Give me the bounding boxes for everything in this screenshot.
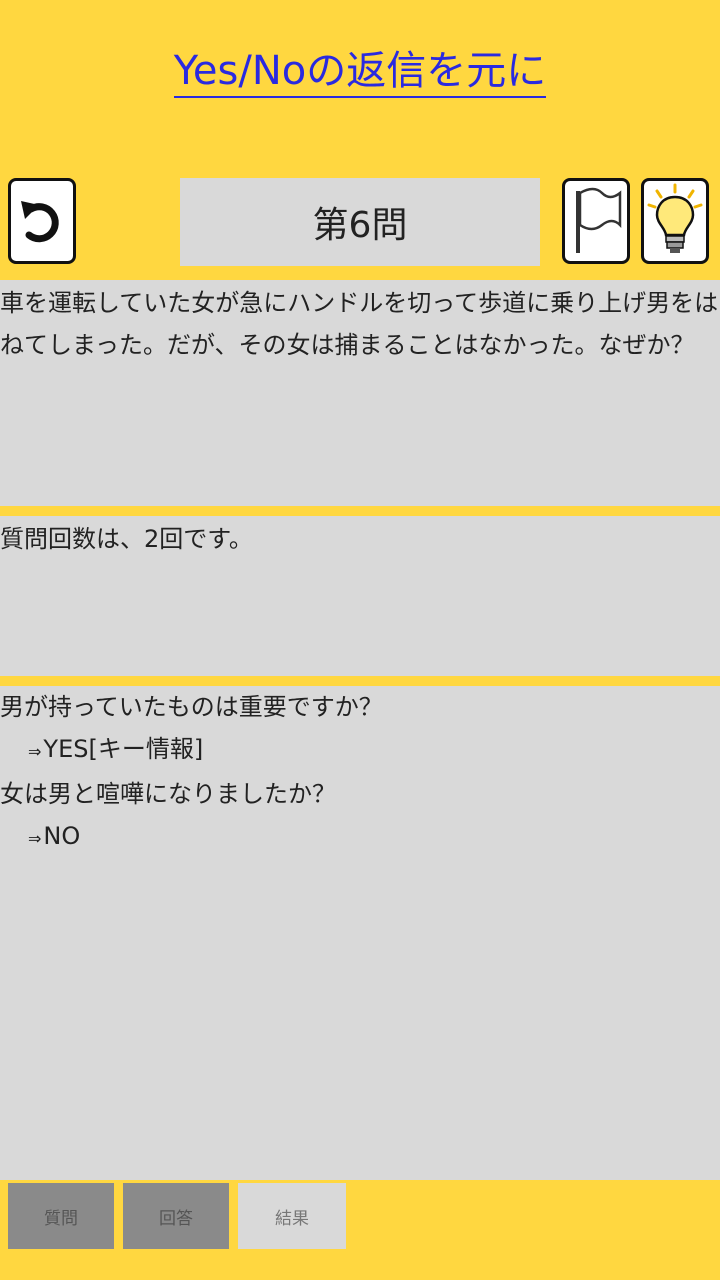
tab-result[interactable]: 結果 (238, 1183, 346, 1249)
log-question: 女は男と喧嘩になりましたか？ (0, 780, 336, 808)
log-answer-text: NO (43, 822, 81, 850)
tab-answer[interactable]: 回答 (123, 1183, 229, 1249)
undo-arrow-icon (21, 201, 59, 243)
arrow-icon: ⇒ (28, 742, 42, 761)
question-count-text: 質問回数は、2回です。 (0, 525, 253, 553)
log-answer: ⇒NO (0, 815, 720, 860)
question-count-panel: 質問回数は、2回です。 (0, 516, 720, 676)
lightbulb-icon (647, 183, 703, 253)
back-button[interactable] (8, 178, 76, 264)
arrow-icon: ⇒ (28, 829, 42, 848)
question-number: 第6問 (180, 178, 540, 266)
log-answer-text: YES[キー情報] (43, 735, 204, 763)
log-question: 男が持っていたものは重要ですか？ (0, 693, 383, 721)
problem-text: 車を運転していた女が急にハンドルを切って歩道に乗り上げ男をはねてしまった。だが、… (0, 289, 719, 359)
white-flag-icon (576, 187, 622, 253)
log-answer: ⇒YES[キー情報] (0, 728, 720, 773)
title-link[interactable]: Yes/Noの返信を元に (0, 46, 720, 98)
hint-button[interactable] (641, 178, 709, 264)
give-up-button[interactable] (562, 178, 630, 264)
title-link-text[interactable]: Yes/Noの返信を元に (173, 48, 547, 98)
tab-question[interactable]: 質問 (8, 1183, 114, 1249)
qa-log-panel[interactable]: 男が持っていたものは重要ですか？ ⇒YES[キー情報] 女は男と喧嘩になりました… (0, 686, 720, 1180)
problem-text-panel: 車を運転していた女が急にハンドルを切って歩道に乗り上げ男をはねてしまった。だが、… (0, 280, 720, 506)
